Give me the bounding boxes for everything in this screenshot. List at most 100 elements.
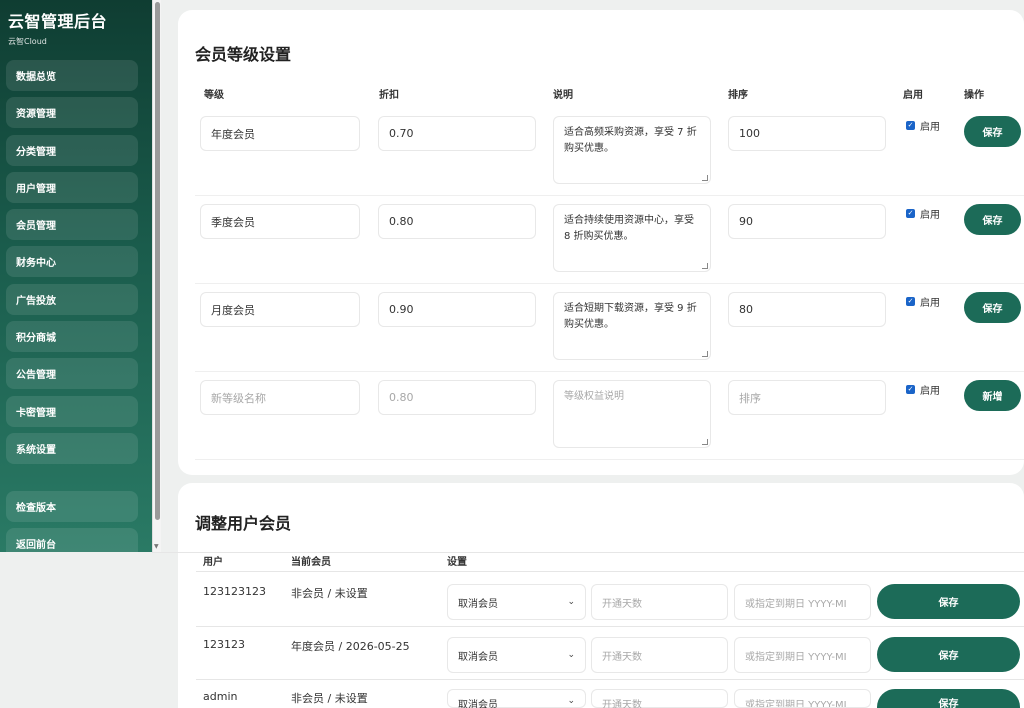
new-sort-input[interactable]: 排序 (728, 380, 886, 415)
new-description-placeholder: 等级权益说明 (564, 391, 624, 402)
row-divider (195, 459, 1024, 460)
description-textarea[interactable]: 适合高频采购资源，享受 7 折购买优惠。 (553, 116, 711, 184)
enabled-label: 启用 (920, 386, 940, 397)
header-current-membership: 当前会员 (291, 557, 331, 568)
user-name: 123123 (203, 638, 245, 651)
chevron-down-icon: ⌄ (567, 650, 575, 660)
sidebar-item-points-mall[interactable]: 积分商城 (6, 321, 138, 353)
user-name: admin (203, 690, 238, 703)
sidebar-item-users[interactable]: 用户管理 (6, 171, 138, 203)
new-description-textarea[interactable]: 等级权益说明 (553, 380, 711, 448)
panel-title: 调整用户会员 (195, 514, 292, 533)
resize-handle-icon[interactable] (702, 351, 708, 357)
save-button[interactable]: 保存 (964, 204, 1021, 235)
expiry-date-input[interactable]: 或指定到期日 YYYY-MI (734, 689, 871, 708)
discount-input[interactable]: 0.80 (378, 204, 536, 239)
scrollbar-thumb[interactable] (155, 2, 160, 520)
discount-input[interactable]: 0.90 (378, 292, 536, 327)
header-settings: 设置 (447, 557, 467, 568)
sidebar-bottom-nav: 检查版本 返回前台 (6, 491, 138, 552)
checkmark-icon[interactable]: ✓ (906, 209, 915, 218)
membership-levels-panel: 会员等级设置 等级 折扣 说明 排序 启用 操作 年度会员 0.70 适合高频采… (178, 10, 1024, 475)
save-button[interactable]: 保存 (964, 116, 1021, 147)
description-text: 适合持续使用资源中心，享受 8 折购买优惠。 (564, 215, 694, 242)
sort-input[interactable]: 90 (728, 204, 886, 239)
header-level: 等级 (204, 90, 224, 101)
open-days-input[interactable]: 开通天数 (591, 584, 728, 620)
enabled-label: 启用 (920, 210, 940, 221)
row-divider (195, 371, 1024, 372)
level-name-input[interactable]: 月度会员 (200, 292, 360, 327)
description-text: 适合短期下载资源，享受 9 折购买优惠。 (564, 303, 697, 330)
expiry-date-input[interactable]: 或指定到期日 YYYY-MI (734, 637, 871, 673)
membership-select[interactable]: 取消会员 ⌄ (447, 689, 586, 708)
checkmark-icon[interactable]: ✓ (906, 385, 915, 394)
checkmark-icon[interactable]: ✓ (906, 121, 915, 130)
save-button[interactable]: 保存 (877, 689, 1020, 708)
add-level-button[interactable]: 新增 (964, 380, 1021, 411)
current-membership: 非会员 / 未设置 (291, 692, 368, 705)
sidebar-item-dashboard[interactable]: 数据总览 (6, 60, 138, 91)
new-enabled-checkbox[interactable]: ✓ 启用 (906, 382, 940, 397)
header-description: 说明 (553, 90, 573, 101)
expiry-date-input[interactable]: 或指定到期日 YYYY-MI (734, 584, 871, 620)
row-divider (196, 626, 1024, 627)
sidebar-item-membership[interactable]: 会员管理 (6, 209, 138, 241)
save-button[interactable]: 保存 (964, 292, 1021, 323)
sidebar-item-settings[interactable]: 系统设置 (6, 432, 138, 464)
enabled-checkbox[interactable]: ✓ 启用 (906, 206, 940, 221)
current-membership: 年度会员 / 2026-05-25 (291, 640, 410, 653)
scroll-down-icon[interactable]: ▼ (154, 543, 159, 550)
sidebar-scrollbar[interactable]: ▼ (152, 0, 161, 552)
save-button[interactable]: 保存 (877, 584, 1020, 619)
resize-handle-icon[interactable] (702, 263, 708, 269)
description-textarea[interactable]: 适合短期下载资源，享受 9 折购买优惠。 (553, 292, 711, 360)
back-to-frontend-button[interactable]: 返回前台 (6, 528, 138, 552)
sidebar-item-ads[interactable]: 广告投放 (6, 283, 138, 315)
row-divider (196, 679, 1024, 680)
enabled-label: 启用 (920, 298, 940, 309)
description-text: 适合高频采购资源，享受 7 折购买优惠。 (564, 127, 697, 154)
enabled-label: 启用 (920, 122, 940, 133)
row-divider (195, 195, 1024, 196)
sidebar-item-resources[interactable]: 资源管理 (6, 97, 138, 129)
chevron-down-icon: ⌄ (567, 696, 575, 706)
select-value: 取消会员 (458, 651, 498, 663)
level-name-input[interactable]: 季度会员 (200, 204, 360, 239)
enabled-checkbox[interactable]: ✓ 启用 (906, 118, 940, 133)
resize-handle-icon[interactable] (702, 439, 708, 445)
app-subtitle: 云智Cloud (8, 37, 47, 46)
sort-input[interactable]: 100 (728, 116, 886, 151)
sidebar-nav: 数据总览 资源管理 分类管理 用户管理 会员管理 财务中心 广告投放 积分商城 … (6, 60, 138, 470)
sidebar-item-finance[interactable]: 财务中心 (6, 246, 138, 278)
open-days-input[interactable]: 开通天数 (591, 689, 728, 708)
enabled-checkbox[interactable]: ✓ 启用 (906, 294, 940, 309)
user-name: 123123123 (203, 585, 266, 598)
row-divider (195, 283, 1024, 284)
app-title: 云智管理后台 (8, 12, 108, 31)
save-button[interactable]: 保存 (877, 637, 1020, 672)
new-level-name-input[interactable]: 新等级名称 (200, 380, 360, 415)
sidebar-item-card-keys[interactable]: 卡密管理 (6, 395, 138, 427)
check-version-button[interactable]: 检查版本 (6, 491, 138, 522)
new-discount-input[interactable]: 0.80 (378, 380, 536, 415)
membership-select[interactable]: 取消会员 ⌄ (447, 637, 586, 673)
open-days-input[interactable]: 开通天数 (591, 637, 728, 673)
brand: 云智管理后台 云智Cloud (0, 0, 152, 47)
chevron-down-icon: ⌄ (567, 597, 575, 607)
sort-input[interactable]: 80 (728, 292, 886, 327)
header-divider (196, 571, 1024, 572)
sidebar-item-announcements[interactable]: 公告管理 (6, 358, 138, 390)
checkmark-icon[interactable]: ✓ (906, 297, 915, 306)
sidebar-item-categories[interactable]: 分类管理 (6, 134, 138, 166)
discount-input[interactable]: 0.70 (378, 116, 536, 151)
description-textarea[interactable]: 适合持续使用资源中心，享受 8 折购买优惠。 (553, 204, 711, 272)
table-top-border (152, 552, 1024, 553)
resize-handle-icon[interactable] (702, 175, 708, 181)
header-user: 用户 (203, 557, 223, 568)
header-sort: 排序 (728, 90, 748, 101)
membership-select[interactable]: 取消会员 ⌄ (447, 584, 586, 620)
level-name-input[interactable]: 年度会员 (200, 116, 360, 151)
select-value: 取消会员 (458, 700, 498, 708)
select-value: 取消会员 (458, 598, 498, 610)
